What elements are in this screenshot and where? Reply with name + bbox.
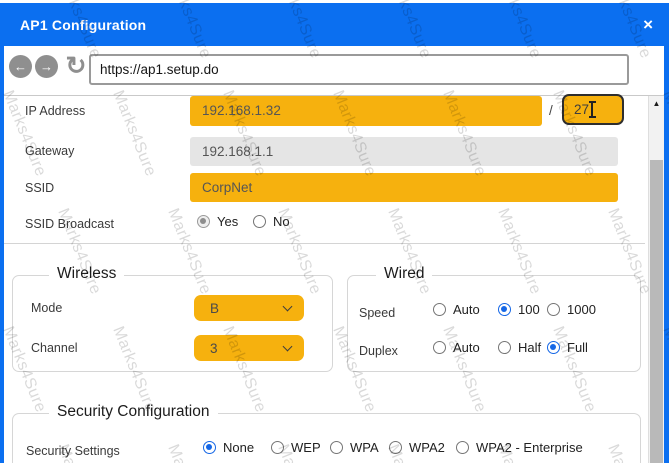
radio-selected-icon[interactable] xyxy=(498,303,511,316)
channel-dropdown[interactable]: 3 xyxy=(194,335,304,361)
speed-100-label: 100 xyxy=(518,302,540,317)
ap1-configuration-dialog: AP1 Configuration × ← → ↻ https://ap1.se… xyxy=(0,0,669,463)
wired-legend: Wired xyxy=(376,265,432,283)
scroll-up-icon[interactable]: ▲ xyxy=(649,96,664,111)
ssid-input[interactable]: CorpNet xyxy=(190,173,618,202)
section-divider xyxy=(4,243,645,244)
duplex-label: Duplex xyxy=(359,344,398,358)
duplex-half-label: Half xyxy=(518,340,541,355)
ip-address-label: IP Address xyxy=(25,104,85,118)
radio-icon[interactable] xyxy=(547,303,560,316)
radio-icon[interactable] xyxy=(330,441,343,454)
radio-icon[interactable] xyxy=(456,441,469,454)
channel-label: Channel xyxy=(31,341,78,355)
speed-100-option[interactable]: 100 xyxy=(498,302,540,317)
forward-arrow-icon: → xyxy=(40,59,53,74)
back-button[interactable]: ← xyxy=(9,55,32,78)
speed-1000-option[interactable]: 1000 xyxy=(547,302,596,317)
duplex-full-option[interactable]: Full xyxy=(547,340,588,355)
ip-address-input[interactable]: 192.168.1.32 xyxy=(190,96,542,126)
radio-icon[interactable] xyxy=(271,441,284,454)
mode-dropdown[interactable]: B xyxy=(194,295,304,321)
chevron-down-icon xyxy=(283,342,293,352)
ssid-label: SSID xyxy=(25,181,54,195)
security-wpa2-enterprise-label: WPA2 - Enterprise xyxy=(476,440,583,455)
wired-section: Wired Speed Auto 100 1000 Duplex Auto xyxy=(347,275,641,372)
radio-selected-icon[interactable] xyxy=(547,341,560,354)
mode-label: Mode xyxy=(31,301,62,315)
scrollbar-thumb[interactable] xyxy=(650,160,663,463)
window-border-left xyxy=(0,3,4,463)
security-wpa2-option[interactable]: WPA2 xyxy=(389,440,445,455)
ssid-broadcast-yes-option[interactable]: Yes xyxy=(197,214,238,229)
yes-option-label: Yes xyxy=(217,214,238,229)
wireless-legend: Wireless xyxy=(49,265,124,283)
vertical-scrollbar[interactable]: ▲ xyxy=(648,96,664,463)
security-none-label: None xyxy=(223,440,254,455)
radio-icon[interactable] xyxy=(433,341,446,354)
cidr-separator: / xyxy=(549,103,553,118)
refresh-button[interactable]: ↻ xyxy=(62,49,90,83)
back-arrow-icon: ← xyxy=(14,59,27,74)
duplex-full-label: Full xyxy=(567,340,588,355)
radio-icon[interactable] xyxy=(433,303,446,316)
cidr-prefix-input[interactable]: 27 xyxy=(562,94,624,125)
security-legend: Security Configuration xyxy=(49,403,218,421)
no-option-label: No xyxy=(273,214,290,229)
chevron-down-icon xyxy=(283,302,293,312)
speed-auto-label: Auto xyxy=(453,302,480,317)
channel-selected-value: 3 xyxy=(210,341,218,356)
speed-auto-option[interactable]: Auto xyxy=(433,302,480,317)
security-wpa-option[interactable]: WPA xyxy=(330,440,379,455)
dialog-title: AP1 Configuration xyxy=(20,17,146,33)
refresh-icon: ↻ xyxy=(66,51,87,81)
security-wpa2-label: WPA2 xyxy=(409,440,445,455)
ssid-broadcast-no-option[interactable]: No xyxy=(253,214,290,229)
settings-form: IP Address 192.168.1.32 / 27 Gateway 192… xyxy=(4,96,645,463)
forward-button[interactable]: → xyxy=(35,55,58,78)
text-cursor-icon xyxy=(591,102,593,117)
url-input[interactable]: https://ap1.setup.do xyxy=(89,54,629,85)
security-wpa2-enterprise-option[interactable]: WPA2 - Enterprise xyxy=(456,440,583,455)
speed-1000-label: 1000 xyxy=(567,302,596,317)
window-border-right xyxy=(664,3,669,463)
security-wep-label: WEP xyxy=(291,440,321,455)
security-wpa-label: WPA xyxy=(350,440,379,455)
radio-icon[interactable] xyxy=(389,441,402,454)
ssid-broadcast-label: SSID Broadcast xyxy=(25,217,114,231)
title-bar: AP1 Configuration × xyxy=(0,3,669,46)
radio-selected-icon[interactable] xyxy=(203,441,216,454)
cidr-prefix-value: 27 xyxy=(574,102,589,117)
mode-selected-value: B xyxy=(210,301,219,316)
security-settings-label: Security Settings xyxy=(26,444,120,458)
security-none-option[interactable]: None xyxy=(203,440,254,455)
close-icon[interactable]: × xyxy=(643,16,653,33)
radio-yes-selected-icon[interactable] xyxy=(197,215,210,228)
radio-icon[interactable] xyxy=(498,341,511,354)
duplex-half-option[interactable]: Half xyxy=(498,340,541,355)
gateway-label: Gateway xyxy=(25,144,74,158)
duplex-auto-option[interactable]: Auto xyxy=(433,340,480,355)
speed-label: Speed xyxy=(359,306,395,320)
browser-toolbar: ← → ↻ https://ap1.setup.do xyxy=(4,46,665,96)
gateway-input[interactable]: 192.168.1.1 xyxy=(190,137,618,166)
security-wep-option[interactable]: WEP xyxy=(271,440,321,455)
radio-no-icon[interactable] xyxy=(253,215,266,228)
duplex-auto-label: Auto xyxy=(453,340,480,355)
wireless-section: Wireless Mode B Channel 3 xyxy=(12,275,333,372)
security-section: Security Configuration Security Settings… xyxy=(12,413,641,463)
